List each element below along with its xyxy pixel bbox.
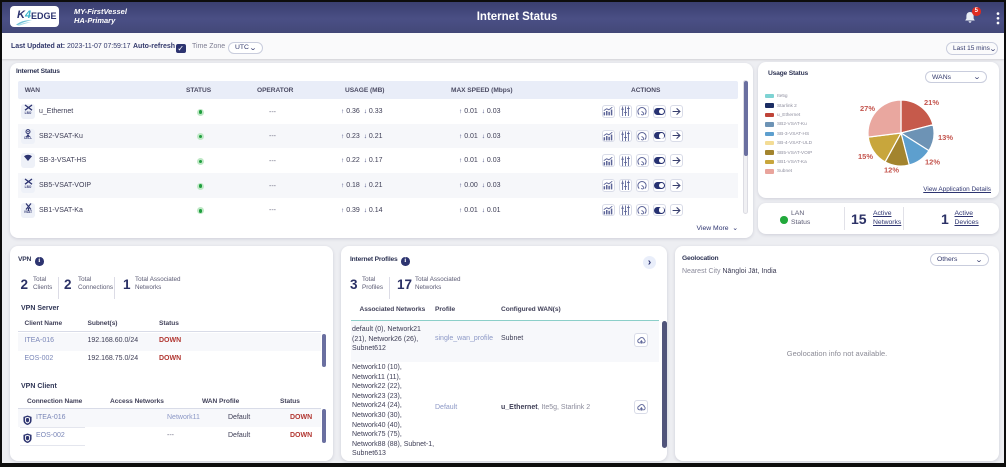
svg-text:15%: 15% [858,152,873,161]
svg-text:21%: 21% [924,98,939,107]
svg-text:12%: 12% [884,166,899,175]
svg-text:27%: 27% [860,104,875,113]
svg-text:13%: 13% [938,133,953,142]
svg-text:12%: 12% [925,158,940,167]
